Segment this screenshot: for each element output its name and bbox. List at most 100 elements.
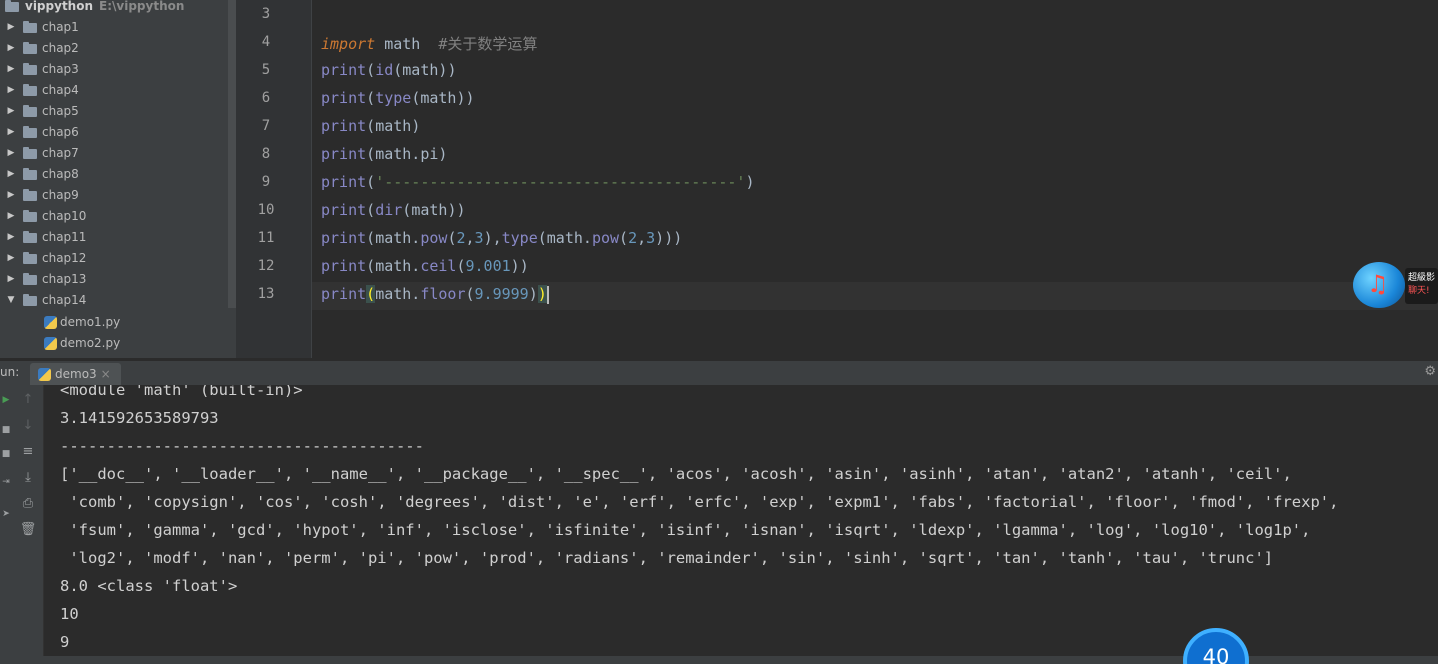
stop-icon[interactable]: ■ bbox=[0, 425, 12, 435]
project-folder-chap3[interactable]: ▶ chap3 bbox=[0, 59, 236, 80]
project-folder-label: chap13 bbox=[42, 272, 87, 286]
code-line-13[interactable]: print(math.floor(9.9999)) bbox=[321, 285, 549, 304]
console-output-line: 3.141592653589793 bbox=[60, 409, 219, 427]
project-file-demo2.py[interactable]: demo2.py bbox=[0, 333, 236, 354]
restore-layout-icon[interactable]: ■ bbox=[0, 449, 12, 459]
paren: ( bbox=[366, 201, 376, 219]
project-folder-label: chap6 bbox=[42, 125, 79, 139]
code-comment: #关于数学运算 bbox=[438, 35, 538, 53]
builtin-id: id bbox=[375, 61, 394, 79]
project-folder-chap8[interactable]: ▶ chap8 bbox=[0, 164, 236, 185]
project-folder-chap13[interactable]: ▶ chap13 bbox=[0, 269, 236, 290]
code-line-9[interactable]: print('---------------------------------… bbox=[321, 173, 754, 191]
chevron-right-icon[interactable]: ▶ bbox=[6, 248, 16, 269]
paren: ( bbox=[537, 229, 547, 247]
chevron-right-icon[interactable]: ▶ bbox=[6, 143, 16, 164]
project-folder-chap4[interactable]: ▶ chap4 bbox=[0, 80, 236, 101]
project-folder-chap12[interactable]: ▶ chap12 bbox=[0, 248, 236, 269]
chevron-right-icon[interactable]: ▶ bbox=[6, 17, 16, 38]
chevron-right-icon[interactable]: ▶ bbox=[6, 101, 16, 122]
matched-bracket: ( bbox=[366, 285, 376, 303]
code-line-4[interactable]: import math #关于数学运算 bbox=[321, 33, 537, 54]
builtin-print: print bbox=[321, 229, 367, 247]
project-scrollbar[interactable] bbox=[228, 0, 236, 308]
paren: ) bbox=[447, 61, 457, 79]
project-root[interactable]: vippython E:\vippython bbox=[0, 0, 236, 17]
pin-icon[interactable]: ⇥ bbox=[0, 477, 12, 487]
paren: ( bbox=[366, 89, 376, 107]
run-console-output[interactable]: <module 'math' (built-in)> 3.141592653589… bbox=[44, 385, 1438, 664]
code-line-12[interactable]: print(math.ceil(9.001)) bbox=[321, 257, 529, 275]
project-folder-chap11[interactable]: ▶ chap11 bbox=[0, 227, 236, 248]
project-folder-chap5[interactable]: ▶ chap5 bbox=[0, 101, 236, 122]
paren: ( bbox=[393, 61, 403, 79]
chevron-right-icon[interactable]: ▶ bbox=[6, 59, 16, 80]
project-folder-chap2[interactable]: ▶ chap2 bbox=[0, 38, 236, 59]
print-icon[interactable]: ⎙ bbox=[18, 494, 38, 514]
chevron-right-icon[interactable]: ▶ bbox=[6, 185, 16, 206]
code-line-7[interactable]: print(math) bbox=[321, 117, 420, 135]
paren: ( bbox=[456, 257, 466, 275]
paren: ( bbox=[411, 89, 421, 107]
rerun-icon[interactable]: ▶ bbox=[0, 395, 12, 405]
run-panel-header: un: demo3 × ⚙ bbox=[0, 360, 1438, 385]
code-line-10[interactable]: print(dir(math)) bbox=[321, 201, 466, 219]
code-line-8[interactable]: print(math.pi) bbox=[321, 145, 447, 163]
project-folder-label: chap5 bbox=[42, 104, 79, 118]
soft-wrap-icon[interactable]: ≡ bbox=[18, 442, 38, 462]
chevron-down-icon[interactable]: ▼ bbox=[6, 290, 16, 311]
trash-icon[interactable]: 🗑 bbox=[18, 520, 38, 540]
scroll-up-icon[interactable]: ↑ bbox=[18, 390, 38, 410]
project-folder-label: chap4 bbox=[42, 83, 79, 97]
project-file-demo1.py[interactable]: demo1.py bbox=[0, 312, 236, 333]
scroll-down-icon[interactable]: ↓ bbox=[18, 416, 38, 436]
code-line-6[interactable]: print(type(math)) bbox=[321, 89, 475, 107]
project-folder-chap1[interactable]: ▶ chap1 bbox=[0, 17, 236, 38]
chevron-right-icon[interactable]: ▶ bbox=[6, 206, 16, 227]
paren: ) bbox=[411, 117, 421, 135]
builtin-print: print bbox=[321, 145, 367, 163]
chevron-right-icon[interactable]: ▶ bbox=[6, 38, 16, 59]
music-note-icon: ♫ bbox=[1353, 262, 1405, 308]
scroll-to-end-icon[interactable]: ⤓ bbox=[18, 468, 38, 488]
code-line-5[interactable]: print(id(math)) bbox=[321, 61, 456, 79]
paren: ( bbox=[366, 61, 376, 79]
identifier: math.pi bbox=[375, 145, 439, 163]
paren: ) bbox=[510, 257, 520, 275]
identifier: math. bbox=[546, 229, 592, 247]
identifier: math. bbox=[375, 285, 421, 303]
builtin-print: print bbox=[321, 201, 367, 219]
code-line-11[interactable]: print(math.pow(2,3),type(math.pow(2,3))) bbox=[321, 229, 682, 247]
paren: ) bbox=[745, 173, 755, 191]
chevron-right-icon[interactable]: ▶ bbox=[6, 80, 16, 101]
project-folder-chap14[interactable]: ▼ chap14 bbox=[0, 290, 236, 311]
chevron-right-icon[interactable]: ▶ bbox=[6, 164, 16, 185]
method-pow: pow bbox=[591, 229, 620, 247]
console-output-line: 9 bbox=[60, 633, 70, 651]
chevron-right-icon[interactable]: ▶ bbox=[6, 269, 16, 290]
project-folder-chap6[interactable]: ▶ chap6 bbox=[0, 122, 236, 143]
paren: ) bbox=[456, 89, 466, 107]
chevron-right-icon[interactable]: ▶ bbox=[6, 227, 16, 248]
line-number: 10 bbox=[257, 202, 275, 218]
gear-icon[interactable]: ⚙ bbox=[1424, 364, 1436, 379]
line-number: 13 bbox=[257, 286, 275, 302]
project-root-path: E:\vippython bbox=[99, 0, 185, 13]
comma: , bbox=[637, 229, 647, 247]
run-panel-title: un: bbox=[0, 365, 20, 379]
run-tab-demo3[interactable]: demo3 × bbox=[30, 363, 121, 385]
line-number: 11 bbox=[257, 230, 275, 246]
paren: ( bbox=[366, 145, 376, 163]
project-folder-chap7[interactable]: ▶ chap7 bbox=[0, 143, 236, 164]
project-folder-chap9[interactable]: ▶ chap9 bbox=[0, 185, 236, 206]
code-editor[interactable]: 3 4 5 6 7 8 9 10 11 12 13 import math #关于数学运算 prin… bbox=[236, 0, 1438, 358]
builtin-print: print bbox=[321, 89, 367, 107]
project-folder-chap10[interactable]: ▶ chap10 bbox=[0, 206, 236, 227]
project-file-label: demo1.py bbox=[60, 315, 121, 329]
chevron-right-icon[interactable]: ▶ bbox=[6, 122, 16, 143]
settings-icon[interactable]: ➤ bbox=[0, 509, 12, 519]
floating-app-badge[interactable]: ♫ 超級影 聊天! bbox=[1353, 262, 1438, 308]
matched-bracket: ) bbox=[537, 285, 547, 303]
close-icon[interactable]: × bbox=[101, 367, 111, 381]
folder-icon bbox=[23, 42, 37, 54]
